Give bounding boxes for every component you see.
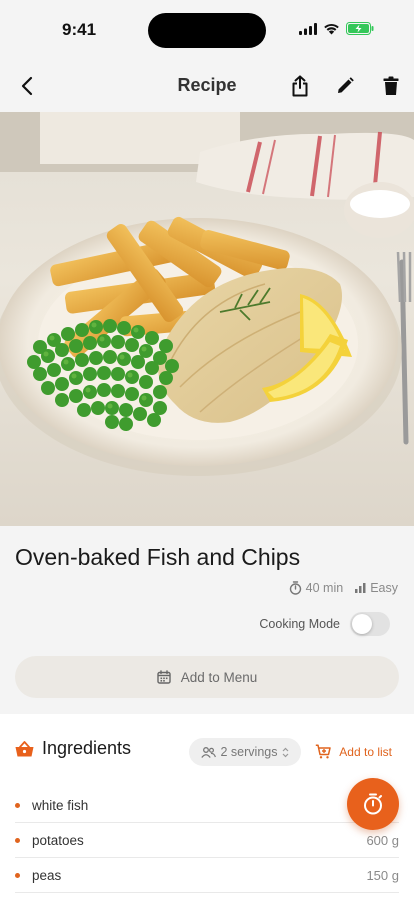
ingredient-qty: 600 g [366, 832, 399, 848]
ingredient-name: peas [32, 867, 62, 883]
bullet [15, 802, 20, 808]
add-to-menu-button[interactable]: Add to Menu [15, 656, 399, 698]
delete-button[interactable] [377, 72, 405, 100]
cooking-mode-toggle[interactable] [350, 612, 390, 636]
add-to-list-label: Add to list [339, 744, 392, 759]
cook-time-value: 40 min [305, 581, 344, 595]
cooking-mode-label: Cooking Mode [259, 617, 340, 631]
recipe-title: Oven-baked Fish and Chips [15, 544, 301, 570]
bullet [15, 837, 20, 843]
servings-value: 2 servings [220, 745, 278, 759]
ingredients-header: Ingredients [15, 738, 131, 759]
ingredients-title: Ingredients [42, 738, 132, 758]
status-time: 9:41 [62, 20, 97, 39]
timer-icon [289, 581, 301, 595]
servings-selector[interactable]: 2 servings [189, 738, 301, 766]
ingredient-qty: 150 g [366, 867, 399, 883]
add-to-list-button[interactable]: Add to list [315, 744, 392, 759]
battery-icon [346, 22, 374, 35]
ingredient-name: white fish [32, 797, 89, 813]
ingredient-row: peas 150 g [15, 858, 399, 893]
recipe-meta: 40 min Easy [289, 581, 398, 595]
bullet [15, 872, 20, 878]
ingredient-row: white fish [15, 788, 399, 823]
nav-bar: Recipe [0, 60, 414, 112]
chevron-updown-icon [283, 747, 289, 757]
wifi-icon [324, 23, 339, 34]
cooking-mode: Cooking Mode [259, 612, 390, 636]
recipe-photo [0, 112, 414, 526]
users-icon [200, 746, 216, 758]
difficulty: Easy [355, 581, 398, 595]
ingredient-name: potatoes [32, 832, 84, 848]
difficulty-value: Easy [370, 581, 398, 595]
toggle-knob [352, 614, 372, 634]
share-icon [292, 75, 308, 97]
add-cart-icon [316, 744, 332, 759]
basket-icon [15, 740, 34, 756]
signal-icon [299, 22, 317, 35]
difficulty-icon [355, 583, 366, 593]
status-icons [299, 22, 374, 35]
recipe-info: Oven-baked Fish and Chips 40 min Easy Co… [0, 526, 414, 714]
edit-icon [338, 77, 354, 93]
calendar-icon [157, 670, 171, 684]
trash-icon [383, 76, 399, 95]
share-button[interactable] [286, 72, 314, 100]
cook-time: 40 min [289, 581, 344, 595]
edit-button[interactable] [331, 72, 359, 100]
add-to-menu-label: Add to Menu [180, 669, 258, 685]
status-bar: 9:41 [0, 0, 414, 60]
ingredient-row: potatoes 600 g [15, 823, 399, 858]
stopwatch-icon [364, 793, 382, 815]
timer-fab-button[interactable] [347, 778, 399, 830]
ingredients-list: white fish potatoes 600 g peas 150 g [15, 788, 399, 893]
dynamic-island [148, 13, 266, 48]
